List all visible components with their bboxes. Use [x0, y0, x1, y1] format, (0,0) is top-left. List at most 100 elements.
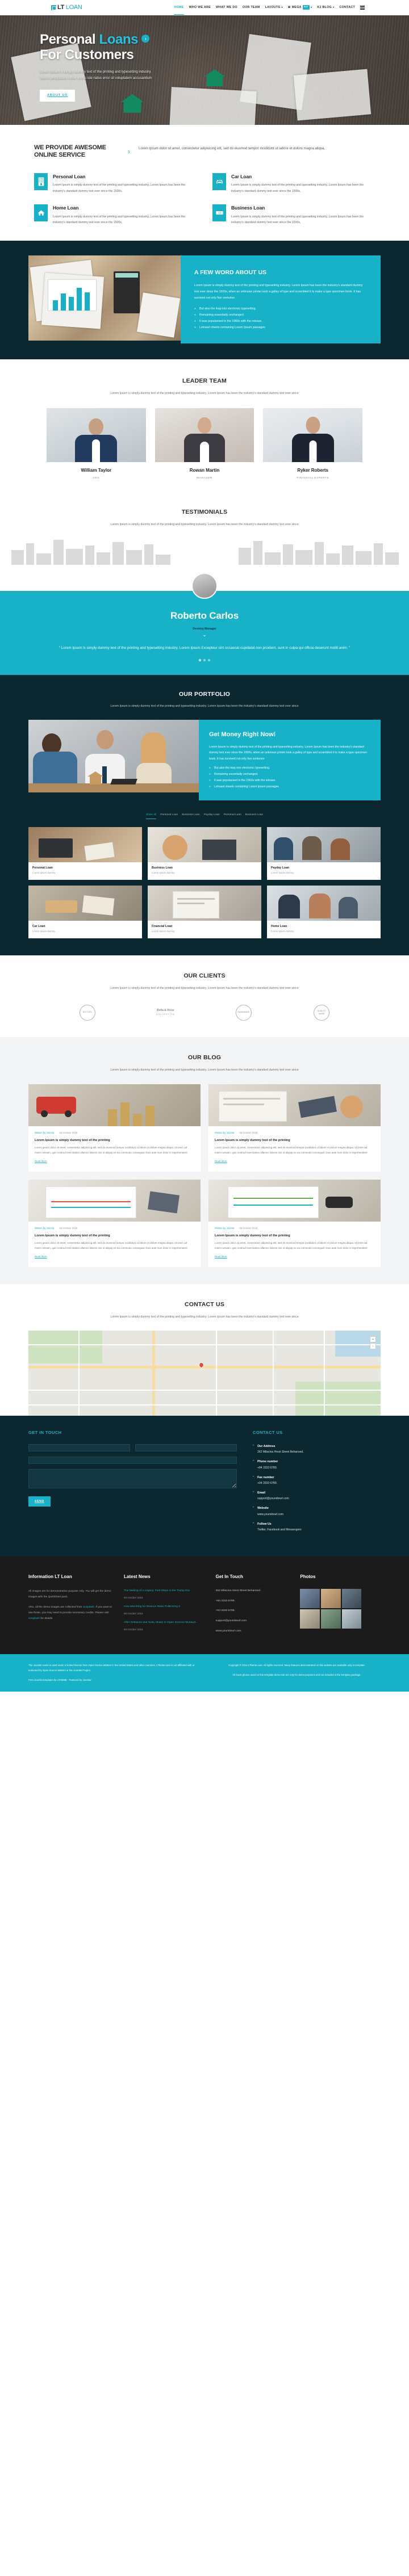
- portfolio-thumbnail: [267, 826, 381, 862]
- footer-photo[interactable]: [321, 1609, 341, 1629]
- blog-title: OUR BLOG: [187, 1054, 222, 1061]
- footer-news-link[interactable]: After Setbacks and Suits, Miami to Open …: [124, 1621, 204, 1626]
- map-zoom-out-button[interactable]: −: [370, 1343, 376, 1350]
- service-item-personal-loan[interactable]: Personal Loan Lorem Ipsum is simply dumm…: [34, 173, 197, 194]
- nav-item-layouts[interactable]: LAYOUTS ▾: [265, 5, 283, 10]
- email-field[interactable]: [135, 1444, 237, 1452]
- blog-post-card[interactable]: Written by Joomla 08 October 2018 Lorem I…: [28, 1180, 201, 1268]
- contact-form-column: GET IN TOUCH SEND: [28, 1429, 237, 1537]
- portfolio-title: OUR PORTFOLIO: [178, 690, 231, 698]
- ltheme-brand-link[interactable]: LTHEME: [57, 1679, 67, 1681]
- promo-bullet: But also the leap into electronic typese…: [209, 765, 370, 771]
- team-member-name: Ryker Roberts: [297, 467, 328, 473]
- service-item-home-loan[interactable]: Home Loan Lorem Ipsum is simply dummy te…: [34, 204, 197, 225]
- site-logo[interactable]: LT LOAN: [51, 3, 82, 13]
- portfolio-filter-personal-loan-2[interactable]: Personal Loan: [224, 813, 241, 819]
- footer-photo[interactable]: [300, 1588, 320, 1608]
- hamburger-icon[interactable]: [360, 6, 365, 10]
- map-zoom-in-button[interactable]: +: [370, 1336, 376, 1343]
- team-member-card[interactable]: Rowan Martin MANAGER: [155, 408, 254, 480]
- portfolio-item-meta: Lorem Ipsum dummy: [271, 930, 294, 933]
- team-member-card[interactable]: Ryker Roberts FINANCIAL EXPERTS: [263, 408, 362, 480]
- hero-about-us-button[interactable]: ABOUT US: [40, 89, 76, 102]
- blog-read-more-link[interactable]: Read More: [215, 1159, 227, 1163]
- promo-paragraph: Lorem Ipsum is simply dummy text of the …: [209, 745, 368, 761]
- footer-news-link[interactable]: How Marching for Science Risks Politiciz…: [124, 1605, 204, 1610]
- nav-item-mega[interactable]: ⊕ MEGA HOT ▾: [288, 5, 312, 11]
- pagination-dot[interactable]: [203, 658, 206, 661]
- blog-post-card[interactable]: Written by Joomla 08 October 2018 Lorem I…: [208, 1084, 381, 1172]
- testimonial-pagination[interactable]: [0, 658, 409, 661]
- blog-read-more-link[interactable]: Read More: [35, 1159, 47, 1163]
- footer-fax: +04 3333 6789.: [215, 1609, 235, 1613]
- service-text: Lorem Ipsum is simply dummy text of the …: [53, 215, 186, 225]
- footer-news-item[interactable]: The Making of a Legacy: First Steps in t…: [124, 1589, 204, 1600]
- portfolio-item[interactable]: Car Loan Lorem Ipsum dummy: [28, 885, 142, 939]
- nav-item-our-team[interactable]: OUR TEAM: [243, 5, 260, 10]
- portfolio-filter-show-all[interactable]: Show All: [145, 813, 157, 819]
- message-field[interactable]: [28, 1469, 237, 1489]
- service-item-business-loan[interactable]: 1 Business Loan Lorem Ipsum is simply du…: [212, 204, 375, 225]
- portfolio-item[interactable]: Home Loan Lorem Ipsum dummy: [267, 885, 381, 939]
- blog-read-more-link[interactable]: Read More: [35, 1255, 47, 1258]
- client-logo[interactable]: HANDMADE: [207, 1003, 280, 1022]
- main-navigation[interactable]: HOME WHO WE ARE WHAT WE DO OUR TEAM LAYO…: [174, 5, 365, 16]
- client-logo[interactable]: EST 1979: [51, 1003, 124, 1022]
- client-logo[interactable]: Bella & Rose COLLECTION: [130, 1003, 202, 1022]
- portfolio-filter-bar[interactable]: Show All Personal Loan Business Loan Pay…: [0, 813, 409, 819]
- pagination-dot[interactable]: [208, 658, 210, 661]
- blog-post-card[interactable]: Written by Joomla 08 October 2018 Lorem I…: [208, 1180, 381, 1268]
- contact-map[interactable]: + −: [28, 1331, 381, 1416]
- footer-news-link[interactable]: The Making of a Legacy: First Steps in t…: [124, 1589, 204, 1594]
- service-title: Car Loan: [231, 173, 252, 179]
- footer-photo[interactable]: [341, 1588, 362, 1608]
- unsplash-link[interactable]: Unsplash: [83, 1606, 94, 1609]
- portfolio-thumbnail: [148, 826, 261, 862]
- footer-news-item[interactable]: How Marching for Science Risks Politiciz…: [124, 1605, 204, 1616]
- portfolio-item[interactable]: Financial Loan Lorem Ipsum dummy: [148, 885, 261, 939]
- send-button[interactable]: SEND: [28, 1496, 51, 1507]
- pagination-dot[interactable]: [199, 658, 201, 661]
- footer-info-p1: All images are for demonstration purpose…: [28, 1589, 111, 1599]
- portfolio-item-title: Business Loan: [152, 866, 173, 870]
- avatar: [155, 408, 254, 462]
- portfolio-item-meta: Lorem Ipsum dummy: [271, 871, 294, 874]
- clients-subtitle: Lorem Ipsum is simply dummy text of the …: [110, 986, 299, 990]
- portfolio-item-meta: Lorem Ipsum dummy: [152, 871, 175, 874]
- chevron-right-circle-icon[interactable]: ›: [141, 35, 150, 43]
- blog-post-title: Lorem Ipsum is simply dummy text of the …: [35, 1234, 110, 1238]
- footer-photo[interactable]: [300, 1609, 320, 1629]
- unsplash-link[interactable]: Unsplash: [28, 1617, 40, 1620]
- portfolio-item[interactable]: Personal Loan Lorem Ipsum dummy: [28, 826, 142, 880]
- phone-icon: •: [253, 1459, 254, 1463]
- team-member-card[interactable]: William Taylor CEO: [47, 408, 146, 480]
- client-logo[interactable]: QUALITY MARK: [286, 1003, 358, 1022]
- footer-email[interactable]: support@yoursiteurl.com: [216, 1619, 289, 1623]
- footer-photo-grid[interactable]: [300, 1588, 362, 1629]
- footer-photo[interactable]: [341, 1609, 362, 1629]
- nav-item-home[interactable]: HOME: [174, 5, 184, 16]
- service-item-car-loan[interactable]: Car Loan Lorem Ipsum is simply dummy tex…: [212, 173, 375, 194]
- ltheme-link[interactable]: LTheme.com: [248, 1664, 262, 1667]
- nav-item-k2-blog[interactable]: K2 BLOG ▾: [317, 5, 334, 10]
- contact-info-column: CONTACT US • Our Address 262 Milacina Hres…: [253, 1429, 381, 1537]
- portfolio-filter-business-loan-2[interactable]: Business Loan: [245, 813, 263, 819]
- nav-item-contact[interactable]: CONTACT: [339, 5, 355, 10]
- portfolio-filter-payday-loan[interactable]: Payday Loan: [204, 813, 220, 819]
- blog-post-card[interactable]: Written by Joomla 08 October 2018 Lorem I…: [28, 1084, 201, 1172]
- portfolio-item[interactable]: Payday Loan Lorem Ipsum dummy: [267, 826, 381, 880]
- name-field[interactable]: [28, 1444, 130, 1452]
- portfolio-filter-personal-loan[interactable]: Personal Loan: [160, 813, 178, 819]
- nav-item-who-we-are[interactable]: WHO WE ARE: [189, 5, 211, 10]
- blog-read-more-link[interactable]: Read More: [215, 1255, 227, 1258]
- footer-news-item[interactable]: After Setbacks and Suits, Miami to Open …: [124, 1621, 204, 1631]
- portfolio-filter-business-loan[interactable]: Business Loan: [182, 813, 199, 819]
- contact-info-title: CONTACT US: [253, 1430, 283, 1436]
- footer-column-photos: Photos: [300, 1574, 381, 1639]
- footer-website[interactable]: www.yoursiteurl.com: [216, 1629, 289, 1634]
- footer-photo[interactable]: [321, 1588, 341, 1608]
- nav-item-what-we-do[interactable]: WHAT WE DO: [216, 5, 237, 10]
- ltheme-link[interactable]: LTheme.com: [156, 1664, 170, 1667]
- subject-field[interactable]: [28, 1457, 237, 1465]
- portfolio-item[interactable]: Business Loan Lorem Ipsum dummy: [148, 826, 261, 880]
